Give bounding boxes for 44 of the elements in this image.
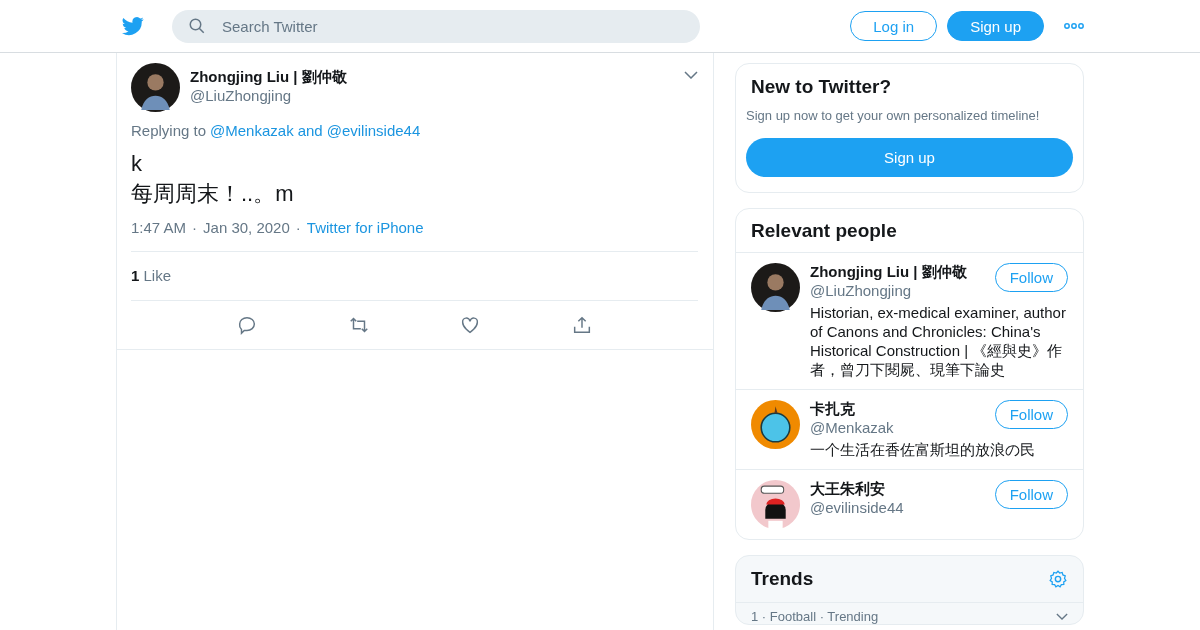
log-in-button[interactable]: Log in [850,11,938,41]
user-name[interactable]: 大王朱利安 [810,480,904,499]
conjunction-text: and [297,122,323,139]
user-name[interactable]: Zhongjing Liu | 劉仲敬 [810,263,967,282]
avatar[interactable] [131,63,180,112]
separator-dot: · [192,219,198,236]
chevron-down-icon[interactable] [1056,613,1068,620]
search-field[interactable]: Search Twitter [172,9,700,43]
tweet-text: k [131,150,143,178]
mention-link[interactable]: @evilinside44 [326,122,421,139]
signup-prompt: Sign up now to get your own personalized timeline! [746,108,1041,123]
follow-button[interactable]: Follow [994,480,1068,509]
mention-link[interactable]: @Menkazak [210,122,294,139]
follow-button[interactable]: Follow [994,400,1068,429]
user-bio: Historian, ex-medical examiner, author of Canons and Chronicles: China's Historical Construction | 《經與史》作者，曾刀下閱屍、現筆下論史 [810,303,1067,379]
settings-icon[interactable] [1048,569,1068,589]
avatar[interactable] [751,400,800,449]
card-title: New to Twitter? [750,75,893,99]
card-title: Relevant people [736,209,1083,253]
user-handle[interactable]: @LiuZhongjing [190,87,347,104]
user-bio: 一个生活在香佐富斯坦的放浪の民 [810,440,1036,459]
follow-button[interactable]: Follow [994,263,1068,292]
avatar[interactable] [751,480,800,529]
source-link[interactable]: Twitter for iPhone [306,219,424,236]
chevron-down-icon[interactable] [684,71,698,79]
separator-dot: · [295,219,301,236]
avatar[interactable] [751,263,800,312]
tweet-time[interactable]: 1:47 AM [131,219,187,236]
user-handle[interactable]: @Menkazak [810,419,894,436]
more-icon[interactable] [1064,23,1084,29]
likes-link[interactable]: 1 Like [131,267,172,284]
user-name[interactable]: Zhongjing Liu | 劉仲敬 [190,68,347,87]
bird-logo-icon[interactable] [120,15,146,37]
user-name[interactable]: 卡扎克 [810,400,894,419]
tweet-date[interactable]: Jan 30, 2020 [203,219,290,236]
card-title: Trends [750,567,815,591]
replying-label: Replying to [131,122,207,139]
sign-up-button[interactable]: Sign up [947,11,1044,41]
sign-up-button[interactable]: Sign up [746,138,1073,177]
trend-meta[interactable]: 1 · Football · Trending [751,609,879,624]
search-icon [188,16,206,35]
user-handle[interactable]: @evilinside44 [810,499,904,516]
user-handle[interactable]: @LiuZhongjing [810,282,967,299]
tweet-text: 每周周末！..。m [131,180,295,208]
